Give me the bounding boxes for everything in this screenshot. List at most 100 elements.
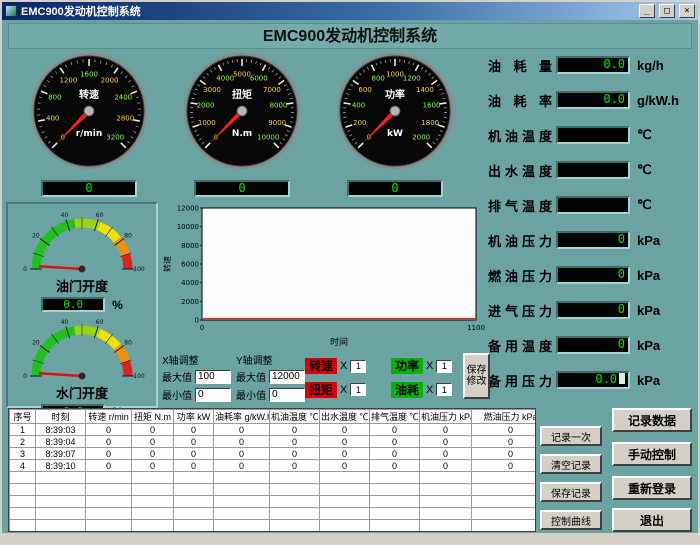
y-min-input[interactable] [269,388,305,402]
x-min-input[interactable] [195,388,231,402]
toggle-input-torque[interactable] [350,383,366,396]
svg-text:0: 0 [200,324,204,332]
save-modify-button[interactable]: 保存 修改 [463,353,490,399]
table-empty-row [10,496,537,508]
x-min-label: 最小值 [162,387,192,402]
svg-text:转速: 转速 [162,256,172,272]
toggle-input-power[interactable] [436,360,452,373]
fuel-consumption-unit: kg/h [637,58,664,73]
gauge-dial: 0200400600800100012001400160018002000功率k… [336,52,454,170]
throttle-opening-gauge: 020406080100油门开度0.0% [8,207,156,312]
table-cell: 0 [370,436,420,448]
table-row[interactable]: 38:39:07000000000 [10,448,537,460]
titlebar[interactable]: EMC900发动机控制系统 _ □ × [2,2,698,20]
toggle-input-fuel[interactable] [436,383,452,396]
column-header: 排气温度 ℃ [370,410,420,424]
table-cell: 3 [10,448,36,460]
table-cell [10,508,36,520]
column-header: 序号 [10,410,36,424]
oil-pressure-label: 机油压力 [488,231,552,250]
table-row[interactable]: 28:39:04000000000 [10,436,537,448]
svg-text:1600: 1600 [423,102,441,110]
table-cell: 0 [132,460,174,472]
toggle-x-label: X [340,384,347,396]
exhaust-temp-row: 排气温度 ℃ [488,196,700,214]
series-chip-fuel[interactable]: 油耗 [391,382,423,398]
table-cell [174,496,214,508]
svg-text:40: 40 [61,319,69,326]
table-cell [10,484,36,496]
table-row[interactable]: 18:39:03000000000 [10,424,537,436]
svg-text:60: 60 [96,319,104,326]
table-cell [420,472,472,484]
manual-control-button[interactable]: 手动控制 [612,442,692,466]
y-max-input[interactable] [269,370,305,384]
svg-text:1200: 1200 [59,77,77,85]
table-cell [10,472,36,484]
table-cell [270,508,320,520]
clear-records-button[interactable]: 清空记录 [540,454,602,474]
table-cell: 8:39:03 [36,424,86,436]
record-data-button[interactable]: 记录数据 [612,408,692,432]
table-cell [214,496,270,508]
table-cell: 0 [370,424,420,436]
fuel-rate-unit: g/kW.h [637,93,679,108]
water-temp-label: 出水温度 [488,161,552,180]
exit-button[interactable]: 退出 [612,508,692,532]
column-header: 时刻 [36,410,86,424]
control-curve-button[interactable]: 控制曲线 [540,510,602,530]
spare-pressure-value[interactable]: 0.0 [556,371,630,389]
series-chip-power[interactable]: 功率 [391,358,423,374]
table-cell [214,508,270,520]
table-row[interactable]: 48:39:10000000000 [10,460,537,472]
table-cell [270,520,320,532]
series-chip-speed[interactable]: 转速 [305,358,337,374]
table-cell: 0 [174,424,214,436]
column-header: 油耗率 g/kW.h [214,410,270,424]
svg-text:7000: 7000 [263,86,281,94]
intake-pressure-label: 进气压力 [488,301,552,320]
svg-text:20: 20 [32,233,40,240]
app-window: EMC900发动机控制系统 _ □ × EMC900发动机控制系统 040080… [0,0,700,545]
table-cell [472,484,537,496]
table-cell: 0 [320,424,370,436]
table-cell: 0 [472,448,537,460]
table-cell [472,472,537,484]
svg-text:200: 200 [353,119,366,127]
maximize-button[interactable]: □ [659,4,675,18]
water-valve-opening-gauge: 020406080100水门开度0.0% [8,314,156,419]
relogin-button[interactable]: 重新登录 [612,476,692,500]
spare-pressure-row: 备用压力0.0kPa [488,371,700,389]
svg-text:2000: 2000 [181,298,199,306]
toggle-input-speed[interactable] [350,360,366,373]
svg-text:4000: 4000 [216,75,234,83]
table-cell [420,496,472,508]
table-cell [472,520,537,532]
oil-pressure-row: 机油压力0kPa [488,231,700,249]
table-cell: 0 [370,460,420,472]
fuel-pressure-label: 燃油压力 [488,266,552,285]
table-cell: 0 [420,424,472,436]
water-temp-unit: ℃ [637,162,652,178]
oil-temp-unit: ℃ [637,127,652,143]
table-cell [320,520,370,532]
svg-text:6000: 6000 [250,75,268,83]
table-cell [472,496,537,508]
series-chip-torque[interactable]: 扭矩 [305,382,337,398]
svg-text:2000: 2000 [101,77,119,85]
exhaust-temp-unit: ℃ [637,197,652,213]
table-cell [214,520,270,532]
table-cell [370,508,420,520]
measurement-panel: 油耗量0.0kg/h油耗率0.0g/kW.h机油温度℃出水温度℃排气温度℃机油压… [488,56,700,406]
svg-text:5000: 5000 [233,71,251,79]
exhaust-temp-value [556,196,630,214]
record-once-button[interactable]: 记录一次 [540,426,602,446]
exhaust-temp-label: 排气温度 [488,196,552,215]
close-button[interactable]: × [679,4,695,18]
save-modify-line2: 修改 [467,376,487,387]
x-max-input[interactable] [195,370,231,384]
save-records-button[interactable]: 保存记录 [540,482,602,502]
minimize-button[interactable]: _ [639,4,655,18]
toggle-x-label: X [340,360,347,372]
table-cell [36,520,86,532]
